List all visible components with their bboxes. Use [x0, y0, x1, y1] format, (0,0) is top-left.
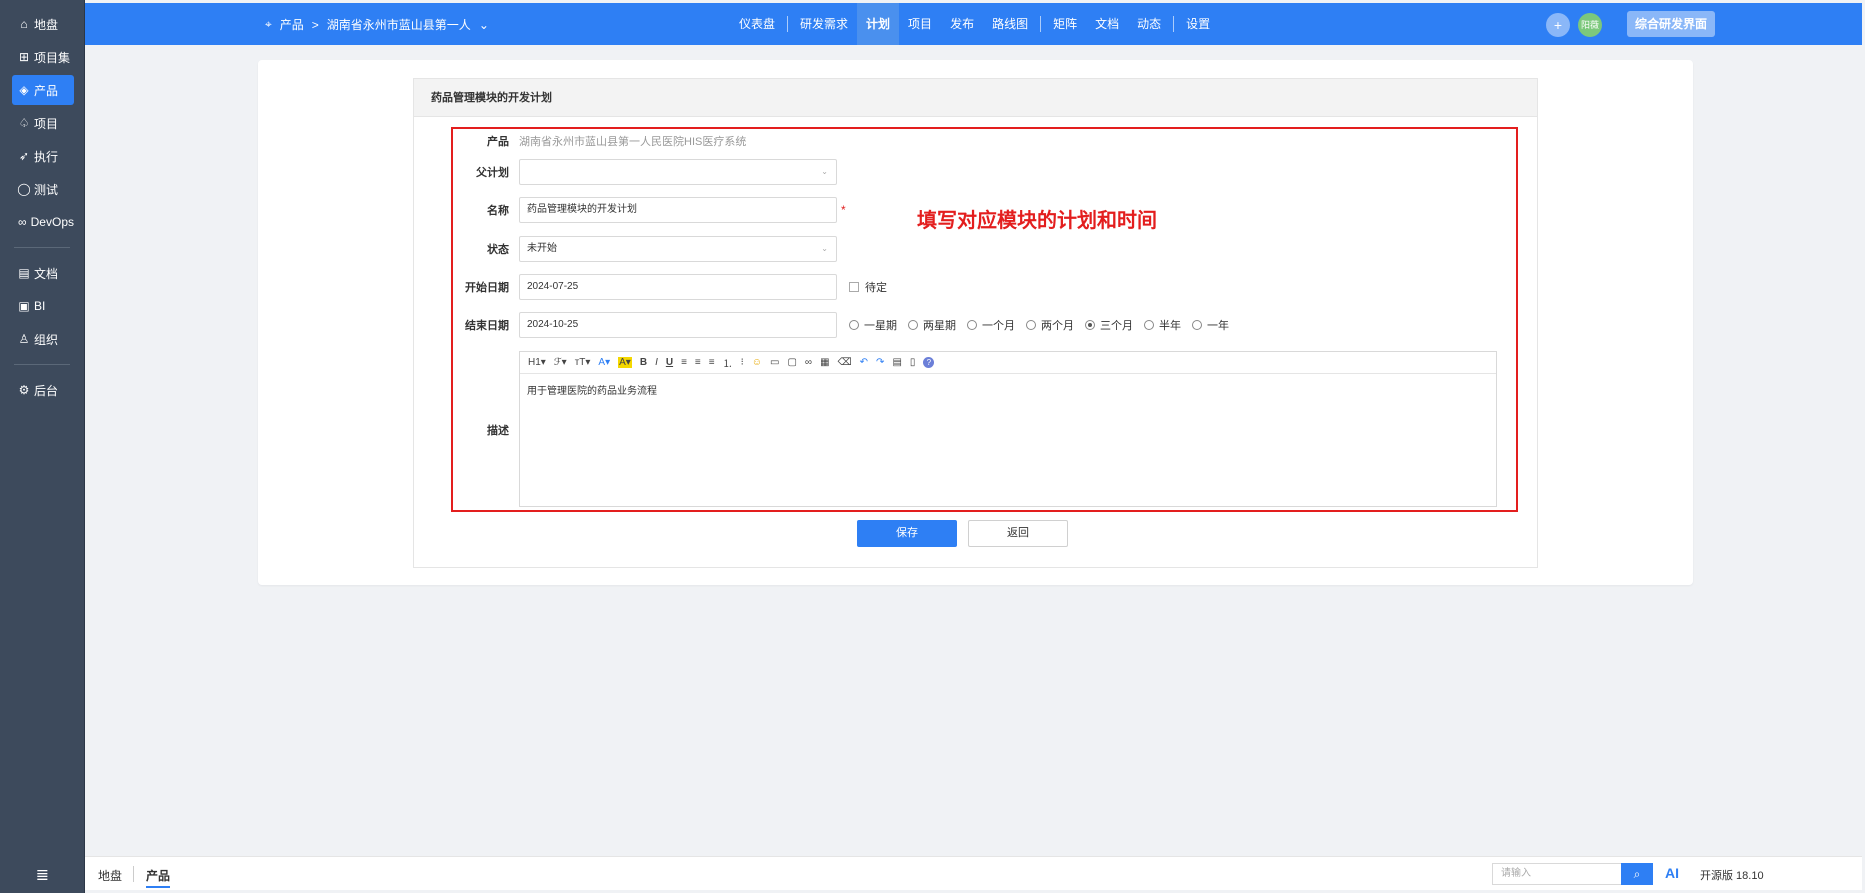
topbar-right: + 阳薇	[1546, 13, 1602, 37]
bottom-bar: 地盘 产品 请输入 ⌕ AI 开源版 18.10	[85, 856, 1862, 890]
sidebar: ⌂ 地盘 ⊞ 项目集 ◈ 产品 ♤ 项目 ➶ 执行 ◯ 测试 ∞ DevOps ▤ 文档 ▣ BI ♙ 组织 ⚙ 后台 ≣	[0, 0, 85, 893]
main-nav: 仪表盘 研发需求 计划 项目 发布 路线图 矩阵 文档 动态 设置	[730, 3, 1219, 45]
top-navbar: ⌖ 产品 > 湖南省永州市蓝山县第一人 ⌄ 仪表盘 研发需求 计划 项目 发布 路线图 矩阵…	[85, 3, 1862, 45]
workspace-button[interactable]: 综合研发界面	[1626, 11, 1715, 37]
breadcrumb: ⌖ 产品 > 湖南省永州市蓝山县第一人 ⌄	[265, 16, 489, 33]
bell-icon: ♤	[18, 116, 30, 130]
version-label[interactable]: 开源版 18.10	[1700, 867, 1764, 883]
nav-tab-3[interactable]: 项目	[899, 3, 941, 45]
grid-icon: ⊞	[18, 50, 30, 64]
location-pin-icon: ⌖	[265, 17, 272, 31]
nav-divider	[1173, 16, 1175, 32]
sidebar-item-label: 组织	[34, 332, 59, 347]
sidebar-item-label: DevOps	[30, 215, 74, 229]
sidebar-item-label: 执行	[34, 149, 59, 164]
sidebar-item-label: 项目	[34, 116, 59, 131]
form-title: 药品管理模块的开发计划	[414, 79, 1537, 117]
chevron-down-icon[interactable]: ⌄	[479, 18, 489, 32]
sidebar-item-7[interactable]: ▤ 文档	[12, 258, 74, 288]
bottom-tab-product[interactable]: 产品	[146, 867, 171, 888]
divider	[133, 866, 134, 882]
sidebar-item-0[interactable]: ⌂ 地盘	[12, 9, 74, 39]
sidebar-item-1[interactable]: ⊞ 项目集	[12, 42, 74, 72]
sidebar-divider	[14, 364, 70, 365]
search-input[interactable]: 请输入	[1492, 863, 1622, 885]
breadcrumb-separator: >	[311, 17, 319, 32]
sidebar-item-label: 后台	[34, 383, 59, 398]
nav-tab-1[interactable]: 研发需求	[791, 3, 857, 45]
annotation-text: 填写对应模块的计划和时间	[917, 210, 1157, 232]
bottom-tab-home[interactable]: 地盘	[98, 867, 122, 884]
breadcrumb-product-name[interactable]: 湖南省永州市蓝山县第一人	[327, 16, 471, 33]
nav-tab-9[interactable]: 设置	[1177, 3, 1219, 45]
nav-tab-5[interactable]: 路线图	[983, 3, 1037, 45]
ai-chat-icon[interactable]: AI	[1665, 865, 1679, 881]
lightbulb-icon: ◈	[19, 83, 29, 97]
nav-tab-2[interactable]: 计划	[857, 3, 900, 45]
nav-divider	[787, 16, 789, 32]
search-icon[interactable]: ⌕	[1621, 863, 1653, 885]
nav-tab-7[interactable]: 文档	[1086, 3, 1128, 45]
sidebar-item-8[interactable]: ▣ BI	[12, 291, 74, 321]
collapse-menu-icon[interactable]: ≣	[0, 865, 85, 885]
sidebar-item-label: BI	[34, 299, 46, 313]
sidebar-item-2[interactable]: ◈ 产品	[12, 75, 74, 105]
sidebar-divider	[14, 247, 70, 248]
sidebar-item-label: 产品	[34, 83, 59, 98]
sidebar-item-label: 测试	[34, 182, 59, 197]
nav-divider	[1040, 16, 1042, 32]
sidebar-item-label: 项目集	[34, 50, 71, 65]
avatar[interactable]: 阳薇	[1578, 13, 1602, 37]
search-icon: ◯	[17, 182, 31, 196]
sidebar-item-3[interactable]: ♤ 项目	[12, 108, 74, 138]
people-icon: ♙	[18, 332, 30, 346]
breadcrumb-product[interactable]: 产品	[280, 16, 304, 33]
document-icon: ▤	[18, 266, 30, 280]
nav-tab-6[interactable]: 矩阵	[1044, 3, 1086, 45]
sidebar-item-10[interactable]: ⚙ 后台	[12, 375, 74, 405]
back-button[interactable]: 返回	[968, 520, 1068, 547]
home-icon: ⌂	[20, 17, 28, 31]
sidebar-item-4[interactable]: ➶ 执行	[12, 141, 74, 171]
highlight-box	[451, 127, 1518, 512]
run-icon: ➶	[18, 149, 30, 163]
chart-icon: ▣	[18, 299, 30, 313]
sidebar-item-label: 地盘	[34, 17, 59, 32]
infinity-icon: ∞	[18, 215, 27, 229]
settings-icon: ⚙	[18, 383, 30, 397]
nav-tab-0[interactable]: 仪表盘	[730, 3, 784, 45]
sidebar-item-9[interactable]: ♙ 组织	[12, 324, 74, 354]
sidebar-item-5[interactable]: ◯ 测试	[12, 174, 74, 204]
add-icon[interactable]: +	[1546, 13, 1570, 37]
nav-tab-4[interactable]: 发布	[941, 3, 983, 45]
sidebar-item-label: 文档	[34, 266, 59, 281]
sidebar-item-6[interactable]: ∞ DevOps	[12, 207, 74, 237]
nav-tab-8[interactable]: 动态	[1128, 3, 1170, 45]
save-button[interactable]: 保存	[857, 520, 957, 547]
